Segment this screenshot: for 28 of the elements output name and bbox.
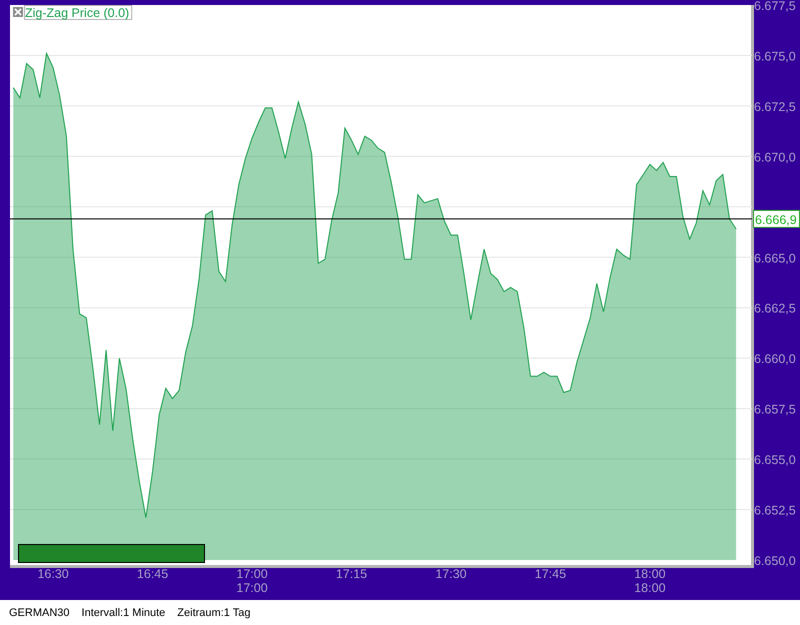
x-axis-label: 18:00	[634, 581, 666, 595]
last-price-label: 6.666,9	[753, 210, 800, 228]
x-axis-label: 17:00	[236, 581, 268, 595]
close-icon[interactable]	[13, 7, 23, 17]
range-bar[interactable]	[18, 544, 205, 563]
y-axis-label: 6.665,0	[754, 251, 796, 266]
x-axis-label: 17:30	[435, 567, 467, 581]
y-axis-label: 6.652,5	[754, 504, 796, 518]
y-axis-label: 6.657,5	[754, 402, 796, 417]
x-axis-label: 17:15	[336, 567, 368, 581]
legend-label: Zig-Zag Price (0.0)	[24, 5, 132, 20]
x-axis-label: 17:00	[236, 567, 268, 581]
y-axis-label: 6.677,5	[754, 0, 796, 13]
y-axis-label: 6.650,0	[754, 554, 796, 568]
x-axis-label: 16:30	[37, 567, 69, 581]
status-text: Zeitraum:1 Tag	[177, 606, 250, 618]
y-axis-label: 6.655,0	[754, 453, 796, 468]
status-text: Intervall:1 Minute	[82, 606, 166, 618]
ref-line-label: 6.666,9	[755, 212, 797, 227]
y-axis-label: 6.670,0	[754, 150, 796, 164]
y-axis-label: 6.675,0	[754, 49, 796, 64]
x-axis-label: 17:45	[534, 567, 566, 581]
y-axis-label: 6.662,5	[754, 302, 796, 316]
y-axis-label: 6.660,0	[754, 352, 796, 366]
x-axis-label: 16:45	[136, 567, 168, 581]
x-axis-label: 18:00	[634, 567, 666, 581]
y-axis-label: 6.672,5	[754, 100, 796, 114]
status-text: GERMAN30	[9, 606, 70, 618]
